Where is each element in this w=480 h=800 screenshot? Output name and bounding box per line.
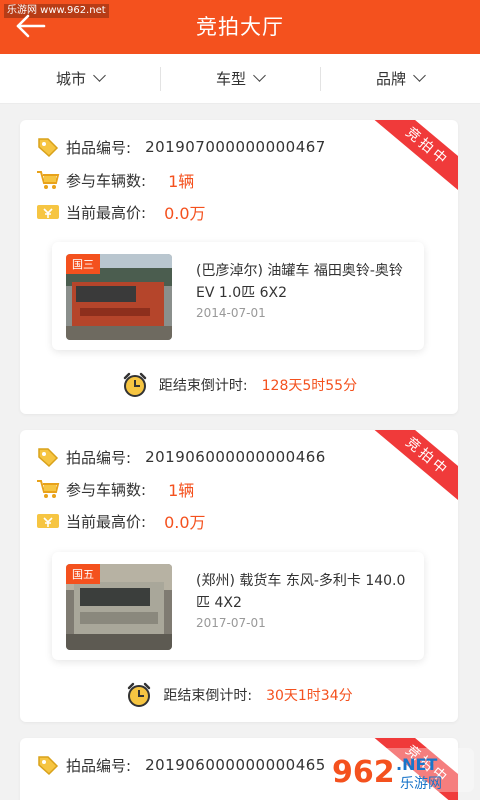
- chevron-down-icon: [93, 69, 106, 82]
- lot-number-label: 拍品编号:: [66, 756, 132, 775]
- tag-icon: [36, 136, 60, 158]
- highest-price-value: 0.0万: [164, 513, 206, 532]
- vehicle-photo: 国三: [66, 254, 172, 340]
- lot-number-row: 拍品编号: 201906000000000465: [36, 752, 326, 778]
- page-title: 竞拍大厅: [196, 15, 284, 39]
- filter-label: 车型: [215, 70, 246, 88]
- emission-tag: 国三: [66, 254, 100, 274]
- vehicle-count-label: 参与车辆数:: [66, 480, 147, 499]
- lot-number-value: 201907000000000467: [145, 138, 326, 156]
- lot-number-value: 201906000000000466: [145, 448, 326, 466]
- chevron-down-icon: [413, 69, 426, 82]
- watermark-brand: 962: [332, 755, 395, 790]
- watermark-suffix: .NET: [396, 755, 437, 774]
- vehicle-count-row: 参与车辆数: 1辆: [36, 167, 194, 193]
- vehicle-name: (郑州) 载货车 东风-多利卡 140.0匹 4X2: [196, 573, 406, 611]
- filter-bar: 城市 车型 品牌: [0, 54, 480, 104]
- tag-icon: [36, 754, 60, 776]
- lot-number-row: 拍品编号: 201907000000000467: [36, 134, 326, 160]
- status-ribbon: 竞拍中: [373, 430, 458, 505]
- vehicle-card[interactable]: 国五 (郑州) 载货车 东风-多利卡 140.0匹 4X2 2017-07-01: [52, 552, 424, 660]
- site-watermark-logo: 962 .NET 乐游网: [324, 748, 474, 792]
- vehicle-name: (巴彦淖尔) 油罐车 福田奥铃-奥铃EV 1.0匹 6X2: [196, 263, 403, 301]
- highest-price-row: 当前最高价: 0.0万: [36, 508, 206, 534]
- filter-label: 城市: [55, 70, 86, 88]
- lot-number-label: 拍品编号:: [66, 448, 132, 467]
- lot-number-label: 拍品编号:: [66, 138, 132, 157]
- countdown-row: 距结束倒计时: 30天1时34分: [20, 680, 458, 710]
- vehicle-date: 2014-07-01: [196, 306, 266, 320]
- cart-icon: [36, 169, 60, 191]
- vehicle-count-value: 1辆: [168, 172, 195, 191]
- highest-price-label: 当前最高价:: [66, 512, 147, 531]
- filter-city[interactable]: 城市: [0, 54, 160, 103]
- watermark-cn: 乐游网: [400, 776, 442, 792]
- ticket-icon: [36, 201, 60, 223]
- auction-card[interactable]: 竞拍中 拍品编号: 201906000000000466 参与车辆数: 1辆 当…: [20, 430, 458, 722]
- lot-number-value: 201906000000000465: [145, 756, 326, 774]
- tag-icon: [36, 446, 60, 468]
- vehicle-card[interactable]: 国三 (巴彦淖尔) 油罐车 福田奥铃-奥铃EV 1.0匹 6X2 2014-07…: [52, 242, 424, 350]
- alarm-clock-icon: [128, 682, 151, 707]
- highest-price-row: 当前最高价: 0.0万: [36, 199, 206, 225]
- vehicle-count-row: 参与车辆数: 1辆: [36, 476, 194, 502]
- app-header: 乐游网 www.962.net 竞拍大厅: [0, 0, 480, 54]
- emission-tag: 国五: [66, 564, 100, 584]
- highest-price-label: 当前最高价:: [66, 203, 147, 222]
- filter-label: 品牌: [375, 70, 406, 88]
- filter-vehicle-type[interactable]: 车型: [160, 54, 320, 103]
- cart-icon: [36, 478, 60, 500]
- vehicle-photo: 国五: [66, 564, 172, 650]
- highest-price-value: 0.0万: [164, 204, 206, 223]
- vehicle-count-value: 1辆: [168, 481, 195, 500]
- countdown-label: 距结束倒计时:: [158, 378, 248, 394]
- ticket-icon: [36, 510, 60, 532]
- vehicle-date: 2017-07-01: [196, 616, 266, 630]
- auction-card[interactable]: 竞拍中 拍品编号: 201907000000000467 参与车辆数: 1辆 当…: [20, 120, 458, 414]
- alarm-clock-icon: [123, 372, 147, 397]
- lot-number-row: 拍品编号: 201906000000000466: [36, 444, 326, 470]
- countdown-row: 距结束倒计时: 128天5时55分: [20, 370, 458, 400]
- filter-brand[interactable]: 品牌: [320, 54, 480, 103]
- countdown-label: 距结束倒计时:: [163, 688, 253, 704]
- status-ribbon: 竞拍中: [373, 120, 458, 195]
- vehicle-count-label: 参与车辆数:: [66, 171, 147, 190]
- countdown-value: 128天5时55分: [261, 378, 358, 394]
- countdown-value: 30天1时34分: [266, 688, 353, 704]
- chevron-down-icon: [253, 69, 266, 82]
